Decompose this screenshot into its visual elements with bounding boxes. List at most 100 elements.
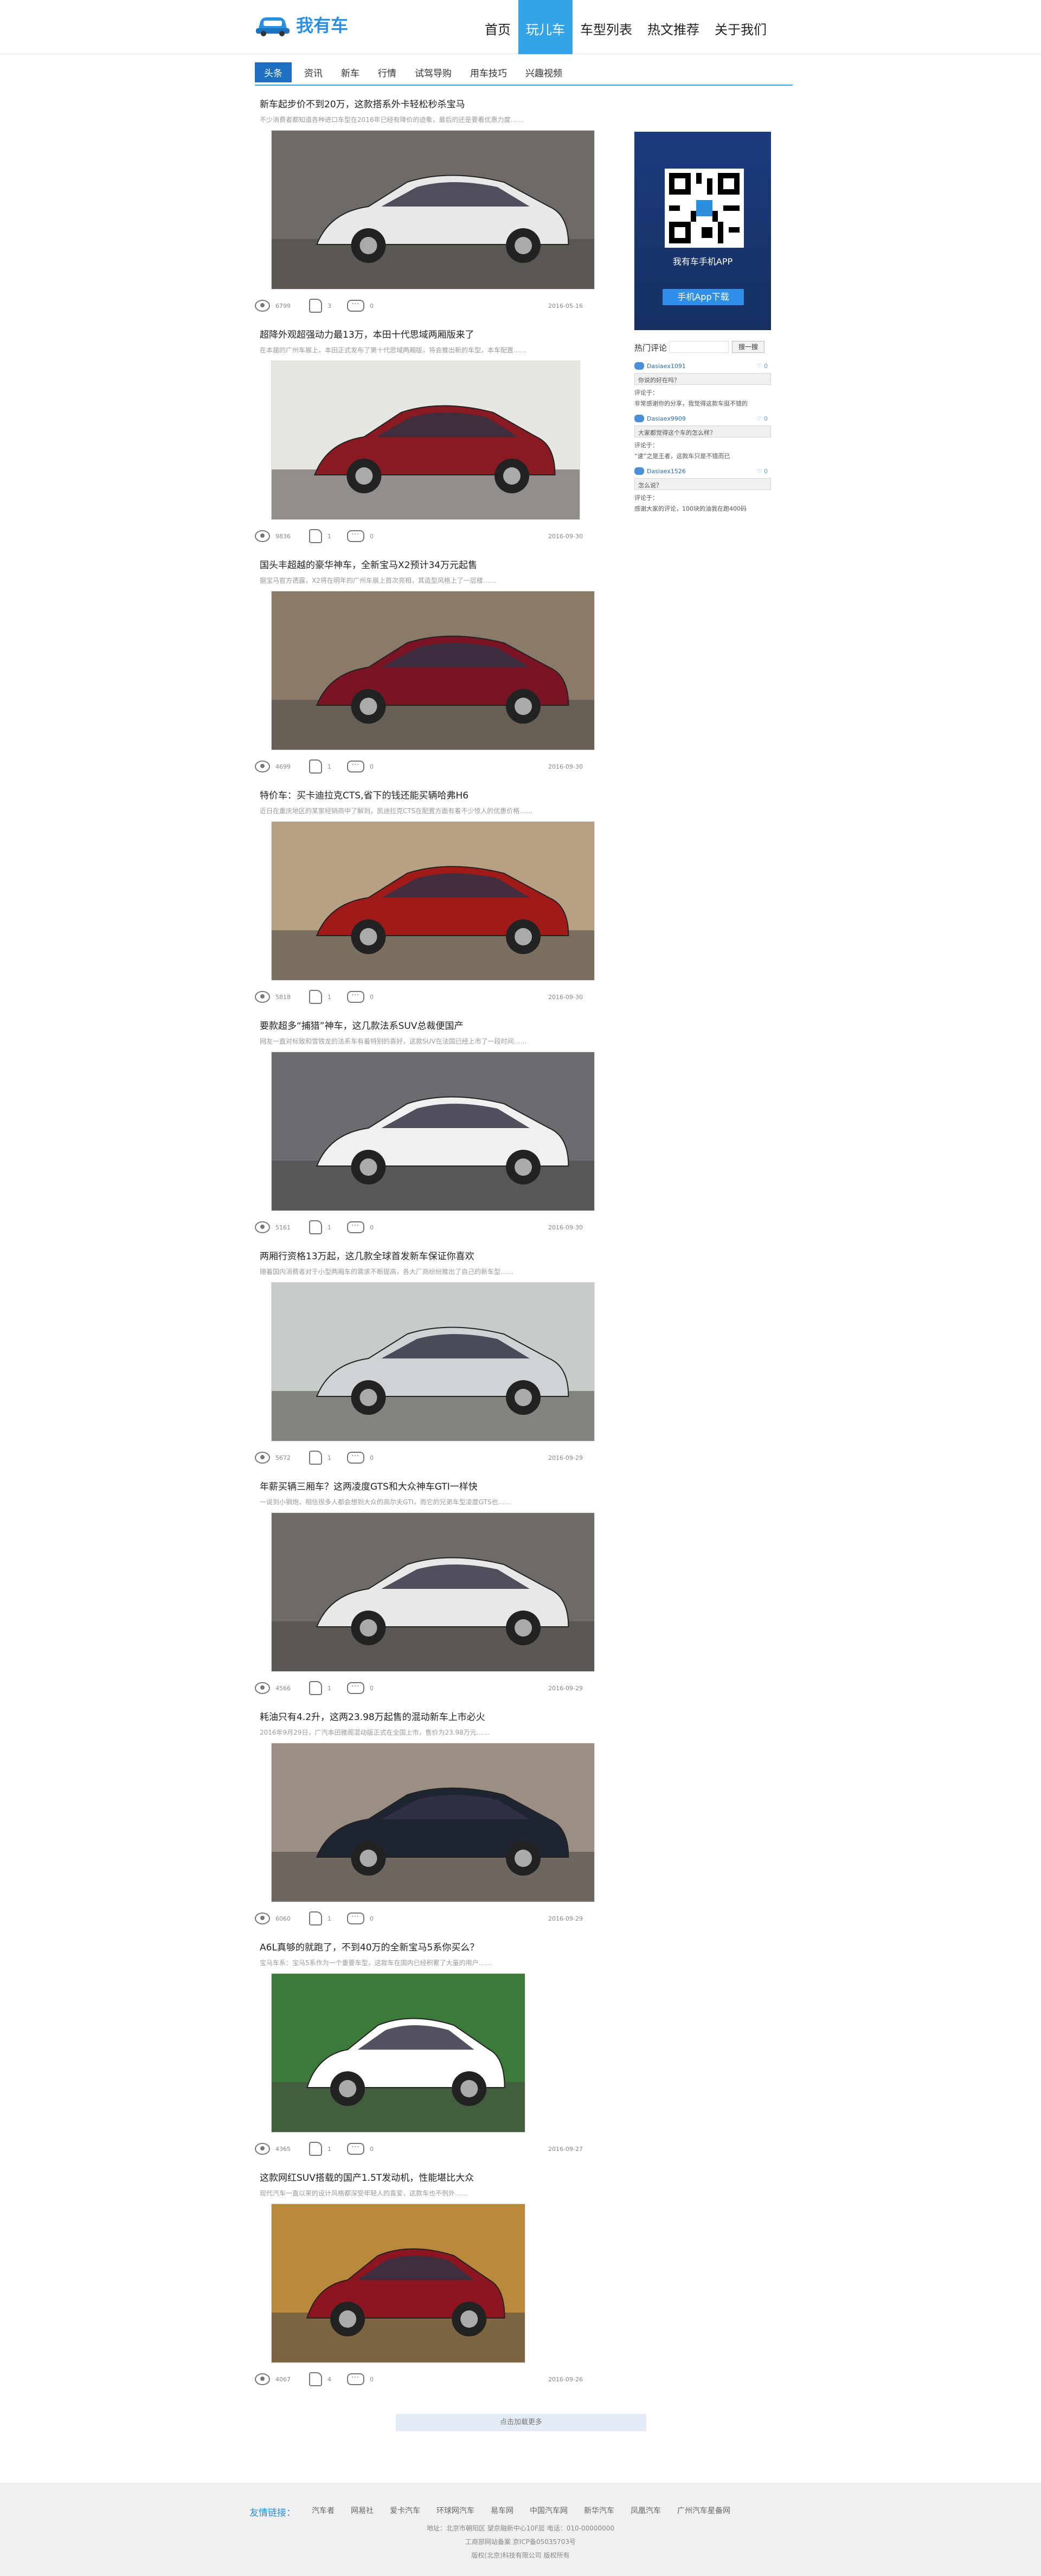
- comment-button[interactable]: 0: [347, 2371, 374, 2387]
- article-photo[interactable]: [271, 130, 595, 289]
- nav-item-3[interactable]: 热文推荐: [640, 0, 707, 54]
- views-stat: 6799: [255, 298, 291, 313]
- article-photo[interactable]: [271, 2204, 525, 2363]
- article-summary: 随着国内消费者对于小型两厢车的需求不断提高，各大厂商纷纷推出了自己的新车型……: [260, 1268, 514, 1276]
- article-photo[interactable]: [271, 821, 595, 981]
- load-more-button[interactable]: 点击加载更多: [396, 2414, 646, 2431]
- thumbs-up-icon: [309, 299, 322, 313]
- comment-username: Dasiaex1526: [647, 467, 686, 475]
- article-title[interactable]: 年薪买辆三厢车？这两凌度GTS和大众神车GTI一样快: [260, 1479, 478, 1492]
- friend-link[interactable]: 中国汽车网: [530, 2505, 568, 2519]
- friend-link[interactable]: 凤凰汽车: [631, 2505, 661, 2519]
- article-card: 年薪买辆三厢车？这两凌度GTS和大众神车GTI一样快 一说到小钢炮，相信很多人都会…: [255, 1474, 599, 1705]
- article-photo[interactable]: [271, 1282, 595, 1441]
- like-button[interactable]: 1: [309, 529, 331, 544]
- like-button[interactable]: 1: [309, 1220, 331, 1235]
- comment-item: Dasiaex1091 ♡ 0 你说的好在吗？ 评论于： 非常感谢你的分享，我觉得这款车…: [634, 360, 771, 408]
- like-button[interactable]: 3: [309, 298, 331, 313]
- friend-link[interactable]: 广州汽车星备网: [677, 2505, 730, 2519]
- nav-item-2[interactable]: 车型列表: [573, 0, 640, 54]
- comment-icon: [347, 2141, 364, 2155]
- comment-quote[interactable]: 你说的好在吗？: [634, 373, 771, 385]
- like-button[interactable]: 1: [309, 1450, 331, 1465]
- comment-button[interactable]: 0: [347, 1450, 374, 1465]
- article-title[interactable]: 要款超多“捕猎”神车，这几款法系SUV总裁便国产: [260, 1018, 463, 1032]
- nav-item-4[interactable]: 关于我们: [707, 0, 774, 54]
- comment-user[interactable]: Dasiaex1526 ♡ 0: [634, 466, 771, 476]
- app-download-button[interactable]: 手机App下载: [663, 289, 744, 305]
- comment-button[interactable]: 0: [347, 1219, 374, 1235]
- article-title[interactable]: 超降外观超强动力最13万，本田十代思域两厢版来了: [260, 327, 474, 340]
- comment-button[interactable]: 0: [347, 1910, 374, 1926]
- article-photo[interactable]: [271, 1743, 595, 1902]
- article-title[interactable]: 两厢行资格13万起，这几款全球首发新车保证你喜欢: [260, 1248, 474, 1262]
- friend-link[interactable]: 易车网: [491, 2505, 513, 2519]
- friend-link[interactable]: 汽车者: [312, 2505, 335, 2519]
- comment-user[interactable]: Dasiaex1091 ♡ 0: [634, 360, 771, 371]
- like-button[interactable]: 1: [309, 2141, 331, 2156]
- comment-icon: [347, 298, 364, 312]
- article-title[interactable]: 新车起步价不到20万，这款搭系外卡轻松秒杀宝马: [260, 96, 465, 110]
- search-button[interactable]: 搜一搜: [732, 341, 764, 353]
- comment-user[interactable]: Dasiaex9909 ♡ 0: [634, 413, 771, 424]
- like-button[interactable]: 1: [309, 1680, 331, 1696]
- view-count: 6060: [275, 1915, 291, 1922]
- article-title[interactable]: A6L真够的就跑了，不到40万的全新宝马5系你买么？: [260, 1940, 479, 1953]
- article-date: 2016-09-29: [548, 1454, 583, 1461]
- article-photo[interactable]: [271, 1512, 595, 1672]
- article-title[interactable]: 特价车：买卡迪拉克CTS,省下的钱还能买辆哈弗H6: [260, 788, 468, 801]
- article-photo[interactable]: [271, 591, 595, 750]
- views-stat: 4566: [255, 1680, 291, 1696]
- friend-link[interactable]: 环球网汽车: [436, 2505, 474, 2519]
- article-card: 两厢行资格13万起，这几款全球首发新车保证你喜欢随着国内消费者对于小型两厢车的需…: [255, 1244, 599, 1474]
- view-count: 4365: [275, 2145, 291, 2153]
- thumbs-up-icon: [309, 1681, 322, 1695]
- subnav-item-4[interactable]: 试驾导购: [406, 62, 461, 82]
- comment-button[interactable]: 0: [347, 758, 374, 774]
- comment-icon: [347, 1910, 364, 1924]
- subnav-item-1[interactable]: 资讯: [295, 62, 332, 82]
- comment-icon: [347, 2371, 364, 2385]
- comment-button[interactable]: 0: [347, 298, 374, 313]
- subnav-item-2[interactable]: 新车: [332, 62, 369, 82]
- like-button[interactable]: 1: [309, 989, 331, 1004]
- comment-button[interactable]: 0: [347, 1680, 374, 1696]
- site-logo[interactable]: 我有车: [255, 12, 348, 37]
- article-date: 2016-09-29: [548, 1685, 583, 1692]
- nav-item-0[interactable]: 首页: [477, 0, 518, 54]
- car-photo-graphic: [272, 361, 580, 519]
- like-button[interactable]: 1: [309, 1911, 331, 1926]
- like-button[interactable]: 4: [309, 2372, 331, 2387]
- article-summary: 近日在重庆地区的某家经销商中了解到，凯迪拉克CTS在配置方面有着不少惊人的优惠价…: [260, 807, 533, 815]
- article-title[interactable]: 这款网红SUV搭载的国产1.5T发动机，性能堪比大众: [260, 2170, 474, 2184]
- comment-button[interactable]: 0: [347, 989, 374, 1004]
- article-photo[interactable]: [271, 1973, 525, 2133]
- friend-link[interactable]: 新华汽车: [584, 2505, 614, 2519]
- comment-button[interactable]: 0: [347, 528, 374, 544]
- friend-link[interactable]: 网易社: [351, 2505, 374, 2519]
- views-stat: 9836: [255, 529, 291, 544]
- comment-quote[interactable]: 怎么说？: [634, 478, 771, 490]
- article-photo[interactable]: [271, 1052, 595, 1211]
- article-title[interactable]: 耗油只有4.2升，这两23.98万起售的混动新车上市必火: [260, 1709, 485, 1723]
- comment-like[interactable]: ♡ 0: [757, 363, 768, 370]
- comment-reply-label: 评论于：: [634, 494, 658, 501]
- eye-icon: [255, 530, 270, 542]
- comment-like[interactable]: ♡ 0: [757, 468, 768, 475]
- article-photo[interactable]: [271, 360, 580, 520]
- friend-link[interactable]: 爱卡汽车: [390, 2505, 420, 2519]
- nav-item-1[interactable]: 玩儿车: [518, 0, 573, 54]
- sidebar: 我有车手机APP 手机App下载 热门评论 搜一搜 Dasiaex1091 ♡ 0…: [634, 132, 771, 515]
- subnav-item-0[interactable]: 头条: [255, 62, 292, 82]
- subnav-item-6[interactable]: 兴趣视频: [516, 62, 571, 82]
- article-title[interactable]: 国头丰超越的豪华神车，全新宝马X2预计34万元起售: [260, 557, 477, 571]
- comment-like[interactable]: ♡ 0: [757, 415, 768, 422]
- comment-button[interactable]: 0: [347, 2141, 374, 2156]
- search-input[interactable]: [669, 341, 729, 353]
- comment-quote[interactable]: 大家都觉得这个车的怎么样？: [634, 426, 771, 437]
- subnav-item-5[interactable]: 用车技巧: [461, 62, 516, 82]
- avatar-icon: [634, 362, 644, 370]
- subnav-item-3[interactable]: 行情: [369, 62, 406, 82]
- eye-icon: [255, 1452, 270, 1464]
- like-button[interactable]: 1: [309, 759, 331, 774]
